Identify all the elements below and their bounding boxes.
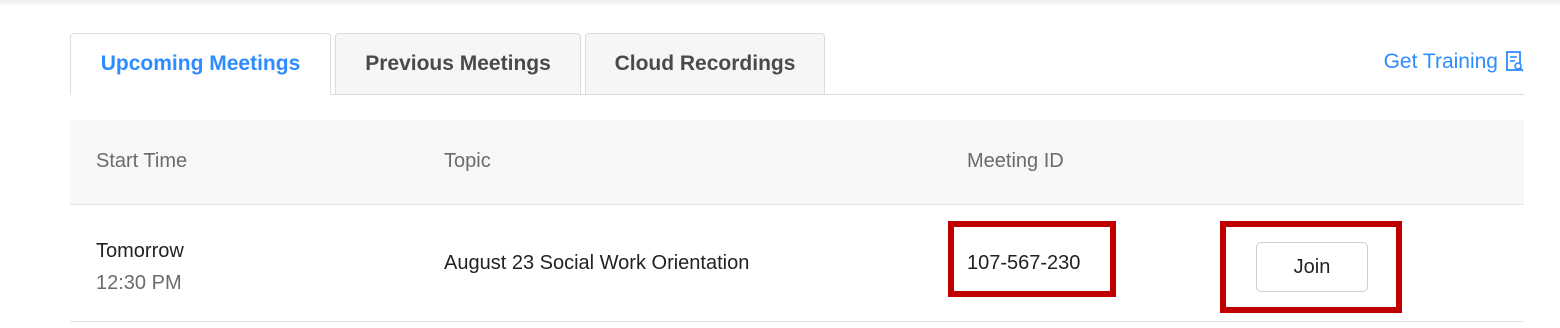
meetings-table: Start Time Topic Meeting ID Tomorrow 12:… xyxy=(70,120,1524,322)
start-time-cell: Tomorrow 12:30 PM xyxy=(96,235,184,299)
tab-upcoming-meetings[interactable]: Upcoming Meetings xyxy=(70,33,331,95)
meeting-topic[interactable]: August 23 Social Work Orientation xyxy=(444,252,749,275)
table-row: Tomorrow 12:30 PM August 23 Social Work … xyxy=(70,205,1524,322)
meeting-tabs: Upcoming Meetings Previous Meetings Clou… xyxy=(70,33,1524,95)
meeting-id-highlight xyxy=(948,221,1116,297)
get-training-label: Get Training xyxy=(1383,50,1498,73)
top-shadow xyxy=(0,0,1560,6)
header-topic: Topic xyxy=(444,150,491,172)
tab-cloud-recordings[interactable]: Cloud Recordings xyxy=(585,33,825,95)
join-button[interactable]: Join xyxy=(1256,242,1368,292)
start-time: 12:30 PM xyxy=(96,272,182,294)
get-training-link[interactable]: Get Training xyxy=(1384,50,1524,74)
start-day: Tomorrow xyxy=(96,240,184,262)
tab-previous-meetings[interactable]: Previous Meetings xyxy=(335,33,581,95)
header-start-time: Start Time xyxy=(96,150,188,172)
document-search-icon xyxy=(1506,51,1524,73)
table-header: Start Time Topic Meeting ID xyxy=(70,120,1524,205)
header-meeting-id: Meeting ID xyxy=(967,150,1064,172)
